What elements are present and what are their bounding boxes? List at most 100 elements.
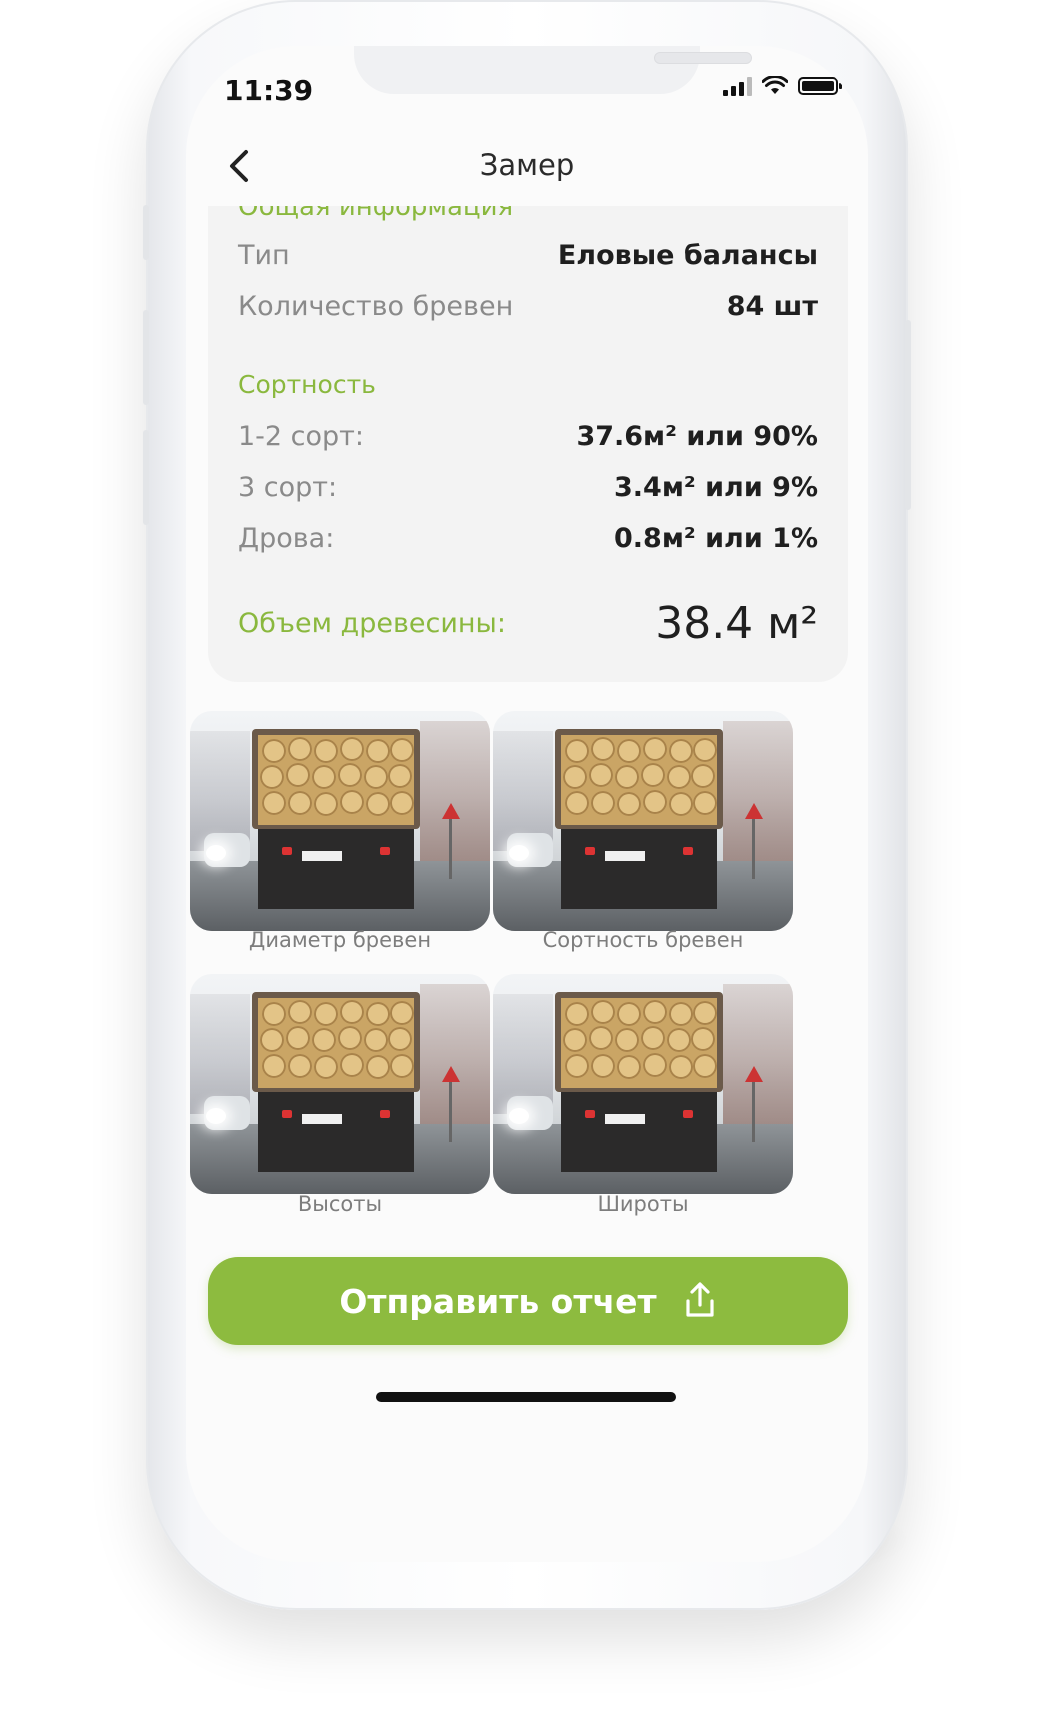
- log-end: [340, 737, 364, 761]
- road-sign: [442, 803, 460, 819]
- log-end: [340, 1053, 364, 1077]
- measurement-summary-card: Общая информация Тип Еловые балансы Коли…: [208, 206, 848, 682]
- log-end: [288, 737, 312, 761]
- log-end: [314, 792, 338, 816]
- status-time: 11:39: [224, 74, 314, 107]
- road-sign: [745, 1066, 763, 1082]
- info-row-log-count: Количество бревен 84 шт: [238, 291, 818, 322]
- grade-row-1-2: 1-2 сорт: 37.6м² или 90%: [238, 421, 818, 452]
- send-report-label: Отправить отчет: [339, 1281, 657, 1321]
- truck-rear: [258, 829, 414, 909]
- volume-down-button: [143, 430, 149, 525]
- log-end: [288, 1000, 312, 1024]
- log-end: [617, 792, 641, 816]
- grade-row-firewood: Дрова: 0.8м² или 1%: [238, 523, 818, 554]
- log-end: [589, 763, 613, 787]
- log-end: [364, 765, 388, 789]
- log-end: [364, 1028, 388, 1052]
- photo-grade[interactable]: [493, 711, 793, 931]
- log-end: [312, 765, 336, 789]
- grade-value: 37.6м² или 90%: [576, 421, 818, 452]
- log-end: [388, 764, 412, 788]
- car-headlight: [509, 845, 529, 861]
- log-end: [288, 1054, 312, 1078]
- phone-screen: 11:39 Замер Общая информация Тип Еловые …: [186, 46, 868, 1562]
- car-headlight: [509, 1108, 529, 1124]
- log-end: [565, 791, 589, 815]
- log-end: [563, 1028, 587, 1052]
- log-end: [390, 1054, 414, 1078]
- log-end: [693, 738, 717, 762]
- log-end: [563, 765, 587, 789]
- log-end: [366, 1055, 390, 1079]
- battery-icon: [798, 77, 842, 95]
- log-end: [366, 792, 390, 816]
- tail-light: [282, 847, 292, 855]
- log-end: [262, 1002, 286, 1026]
- log-end: [669, 1002, 693, 1026]
- license-plate: [302, 851, 342, 861]
- home-indicator[interactable]: [376, 1392, 676, 1402]
- log-end: [565, 1054, 589, 1078]
- log-end: [693, 791, 717, 815]
- road-sign-pole: [752, 1082, 755, 1142]
- power-button: [905, 320, 911, 510]
- log-end: [643, 1000, 667, 1024]
- log-end: [312, 1028, 336, 1052]
- truck-rear: [561, 1092, 717, 1172]
- road-sign-pole: [449, 819, 452, 879]
- license-plate: [605, 1114, 645, 1124]
- tail-light: [380, 1110, 390, 1118]
- info-label: Тип: [238, 240, 290, 271]
- tail-light: [683, 1110, 693, 1118]
- log-end: [669, 1055, 693, 1079]
- grade-label: Дрова:: [238, 523, 335, 554]
- photo-height[interactable]: [190, 974, 490, 1194]
- grade-label: 3 сорт:: [238, 472, 338, 503]
- log-end: [617, 739, 641, 763]
- log-end: [314, 1055, 338, 1079]
- tail-light: [585, 1110, 595, 1118]
- notch: [354, 46, 752, 94]
- log-end: [338, 763, 362, 787]
- log-stack: [258, 998, 414, 1088]
- log-stack: [561, 735, 717, 825]
- section-title-general-info: Общая информация: [238, 206, 514, 222]
- photo-width[interactable]: [493, 974, 793, 1194]
- log-end: [691, 764, 715, 788]
- log-end: [390, 791, 414, 815]
- volume-up-button: [143, 310, 149, 405]
- log-end: [669, 792, 693, 816]
- grade-label: 1-2 сорт:: [238, 421, 365, 452]
- log-end: [617, 1055, 641, 1079]
- mute-switch: [143, 205, 149, 260]
- timber-truck: [555, 992, 723, 1182]
- log-end: [591, 1054, 615, 1078]
- volume-label: Объем древесины:: [238, 608, 506, 639]
- log-end: [643, 790, 667, 814]
- log-end: [262, 791, 286, 815]
- volume-row: Объем древесины: 38.4 м²: [238, 598, 818, 649]
- info-label: Количество бревен: [238, 291, 514, 322]
- road-sign: [442, 1066, 460, 1082]
- log-end: [591, 791, 615, 815]
- log-end: [617, 1002, 641, 1026]
- truck-rear: [561, 829, 717, 909]
- photo-diameter[interactable]: [190, 711, 490, 931]
- trees-right: [723, 721, 793, 881]
- car-headlight: [206, 1108, 226, 1124]
- grade-value: 3.4м² или 9%: [614, 472, 818, 503]
- send-report-button[interactable]: Отправить отчет: [208, 1257, 848, 1345]
- log-end: [366, 739, 390, 763]
- log-end: [286, 1026, 310, 1050]
- log-end: [366, 1002, 390, 1026]
- log-end: [589, 1026, 613, 1050]
- info-value: 84 шт: [726, 291, 818, 322]
- log-end: [565, 739, 589, 763]
- log-end: [314, 739, 338, 763]
- road-sign-pole: [752, 819, 755, 879]
- share-upload-icon: [686, 1282, 714, 1317]
- nav-bar: Замер: [186, 136, 868, 206]
- log-end: [565, 1002, 589, 1026]
- tail-light: [380, 847, 390, 855]
